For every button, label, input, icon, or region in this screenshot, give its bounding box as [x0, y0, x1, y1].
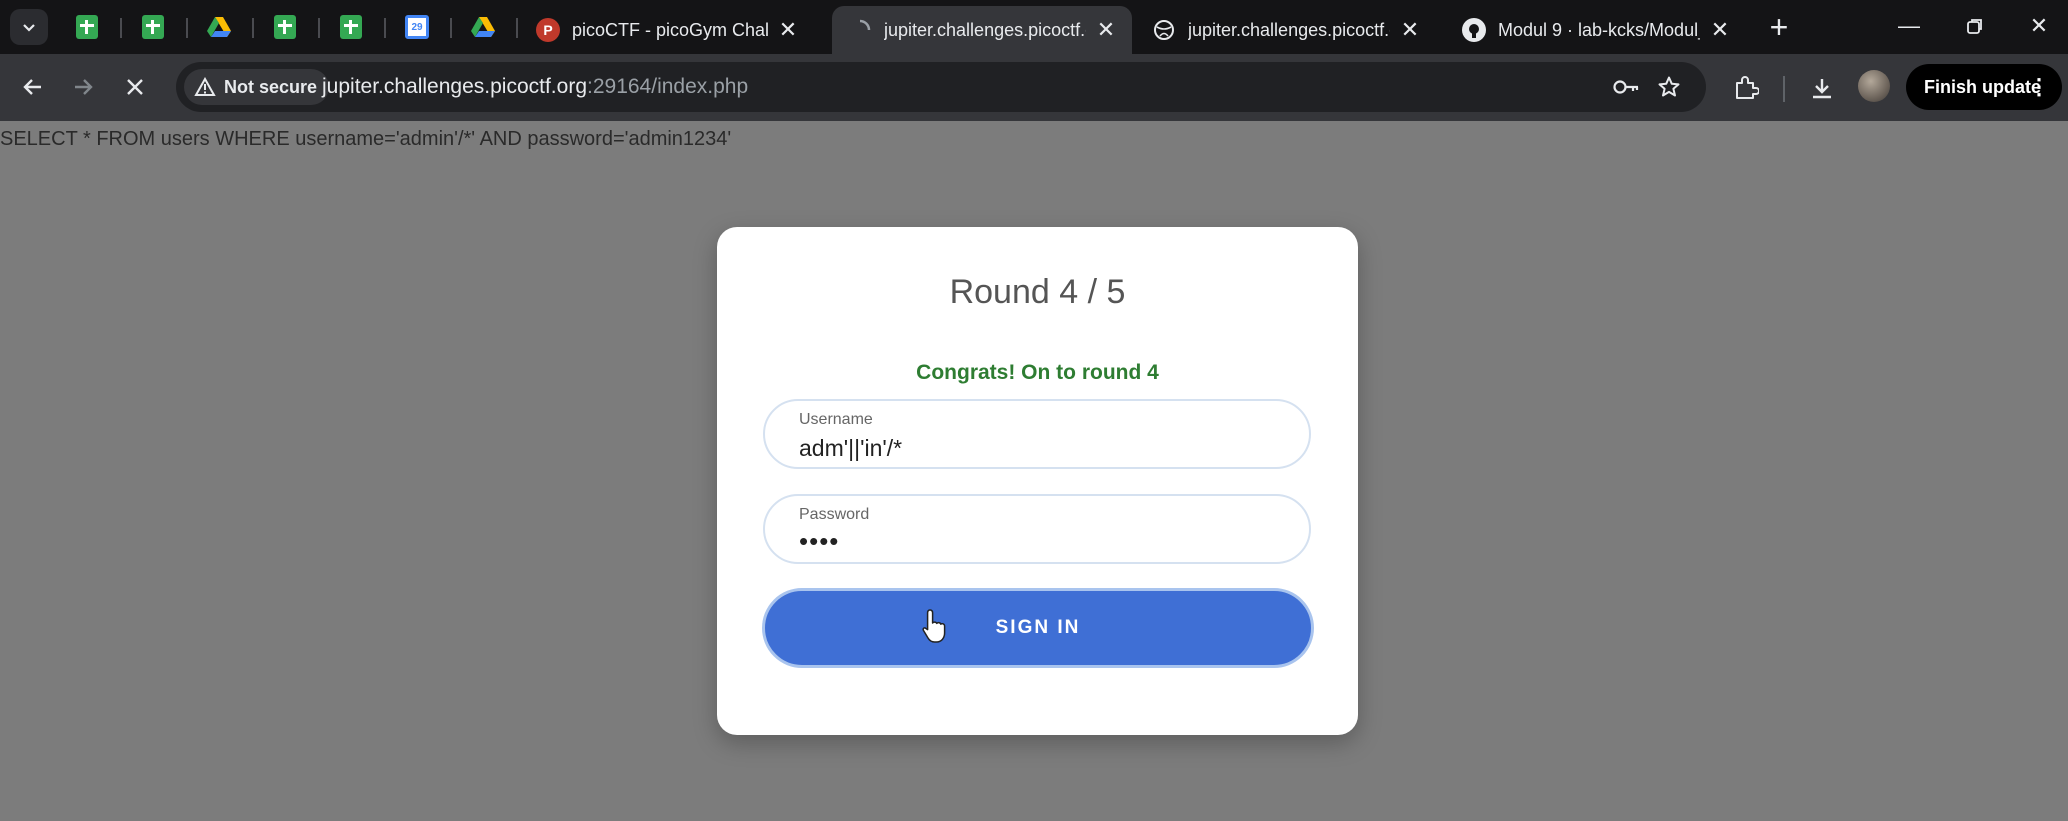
arrow-right-icon	[75, 79, 93, 95]
password-field[interactable]: Password ••••	[763, 494, 1311, 564]
toolbar-separator	[1783, 76, 1785, 102]
sheets-icon	[340, 15, 362, 39]
finish-update-label: Finish update	[1924, 76, 2041, 97]
tab-jupiter-active[interactable]: jupiter.challenges.picoctf.org ✕	[832, 6, 1132, 54]
tab-search-button[interactable]	[10, 9, 48, 45]
address-bar[interactable]: Not secure jupiter.challenges.picoctf.or…	[176, 62, 1706, 112]
loading-spinner-icon	[848, 18, 872, 42]
username-field[interactable]: Username adm'||'in'/*	[763, 399, 1311, 469]
tab-title: jupiter.challenges.picoctf.org	[884, 19, 1086, 40]
restore-button[interactable]	[1950, 6, 2000, 46]
restore-icon	[1967, 19, 1982, 34]
security-chip-label: Not secure	[224, 76, 318, 97]
tab-separator	[384, 18, 386, 38]
bookmark-star-icon[interactable]	[1655, 74, 1683, 100]
sheets-icon	[274, 15, 296, 39]
pinned-tab-sheets-4[interactable]	[336, 12, 366, 42]
sql-query-text: SELECT * FROM users WHERE username='admi…	[0, 128, 732, 150]
globe-icon	[1152, 18, 1176, 42]
password-label: Password	[799, 506, 870, 523]
status-message: Congrats! On to round 4	[916, 361, 1159, 384]
google-calendar-icon: 29	[405, 15, 429, 39]
new-tab-button[interactable]: +	[1762, 9, 1796, 45]
username-value[interactable]: adm'||'in'/*	[799, 435, 902, 462]
forward-button[interactable]	[64, 68, 102, 106]
tab-separator	[120, 18, 122, 38]
back-button[interactable]	[14, 68, 52, 106]
tab-separator	[318, 18, 320, 38]
tab-strip: 29 P picoCTF - picoGym Challenges ✕ jupi…	[0, 0, 2068, 54]
tab-title: picoCTF - picoGym Challenges	[572, 19, 768, 40]
password-value[interactable]: ••••	[799, 526, 839, 557]
tab-separator	[450, 18, 452, 38]
minimize-button[interactable]: —	[1884, 6, 1934, 46]
tab-picoctf-gym[interactable]: P picoCTF - picoGym Challenges ✕	[532, 6, 814, 54]
sheets-icon	[76, 15, 98, 39]
close-icon[interactable]: ✕	[1708, 17, 1732, 42]
tab-separator	[252, 18, 254, 38]
close-icon[interactable]: ✕	[776, 17, 800, 42]
tab-github-modul9[interactable]: Modul 9 · lab-kcks/Modul_9 ✕	[1456, 6, 1746, 54]
download-icon[interactable]	[1806, 72, 1838, 104]
github-icon	[1462, 18, 1486, 42]
sign-in-label: SIGN IN	[995, 617, 1081, 638]
tab-jupiter[interactable]: jupiter.challenges.picoctf.org ✕	[1146, 6, 1436, 54]
pinned-tab-sheets-1[interactable]	[72, 12, 102, 42]
browser-toolbar: Not secure jupiter.challenges.picoctf.or…	[0, 54, 2068, 121]
tab-title: Modul 9 · lab-kcks/Modul_9	[1498, 19, 1700, 40]
finish-update-button[interactable]: Finish update ⋮	[1906, 64, 2062, 110]
sheets-icon	[142, 15, 164, 39]
stop-loading-button[interactable]	[116, 68, 154, 106]
security-chip[interactable]: Not secure	[184, 69, 330, 105]
tab-separator	[516, 18, 518, 38]
warning-icon	[194, 77, 216, 96]
close-icon	[127, 79, 143, 95]
picoctf-icon: P	[536, 18, 560, 42]
google-drive-icon	[471, 17, 495, 37]
close-icon[interactable]: ✕	[1398, 17, 1422, 42]
password-key-icon[interactable]	[1612, 74, 1640, 100]
close-window-button[interactable]: ✕	[2014, 6, 2064, 46]
hand-pointer-cursor-icon	[922, 609, 946, 643]
url-host: jupiter.challenges.picoctf.org	[322, 75, 587, 98]
profile-avatar[interactable]	[1858, 70, 1890, 102]
pinned-tab-drive-1[interactable]	[204, 12, 234, 42]
url-path: :29164/index.php	[587, 75, 749, 98]
pinned-tab-sheets-3[interactable]	[270, 12, 300, 42]
username-label: Username	[799, 411, 873, 428]
tab-title: jupiter.challenges.picoctf.org	[1188, 19, 1390, 40]
url-text[interactable]: jupiter.challenges.picoctf.org:29164/ind…	[322, 75, 748, 99]
arrow-left-icon	[23, 79, 41, 95]
pinned-tab-sheets-2[interactable]	[138, 12, 168, 42]
google-drive-icon	[207, 17, 231, 37]
kebab-menu-icon[interactable]: ⋮	[2028, 74, 2050, 100]
sign-in-button[interactable]: SIGN IN	[762, 588, 1314, 668]
tab-separator	[186, 18, 188, 38]
round-title: Round 4 / 5	[949, 273, 1126, 311]
login-card: Round 4 / 5 Congrats! On to round 4 User…	[717, 227, 1358, 735]
close-icon[interactable]: ✕	[1094, 17, 1118, 42]
pinned-tab-drive-2[interactable]	[468, 12, 498, 42]
chevron-down-icon	[23, 24, 35, 32]
pinned-tab-calendar[interactable]: 29	[402, 12, 432, 42]
extensions-puzzle-icon[interactable]	[1730, 72, 1762, 104]
